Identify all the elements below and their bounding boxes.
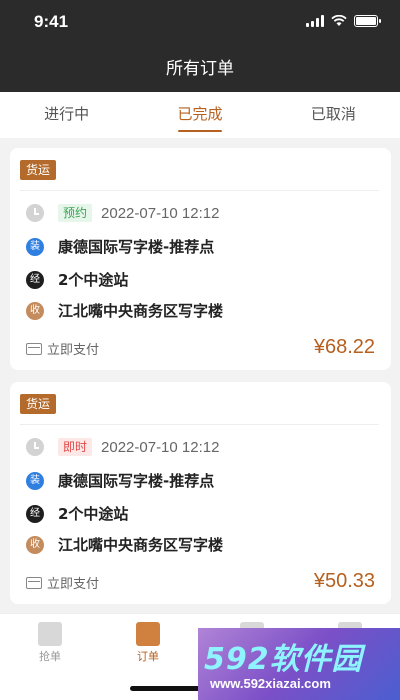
order-time-row: 预约 2022-07-10 12:12	[26, 204, 219, 222]
order-price: ¥50.33	[313, 570, 375, 592]
pickup-address: 康德国际写字楼-推荐点	[58, 472, 215, 490]
pickup-row: 装 康德国际写字楼-推荐点	[26, 236, 214, 257]
payment-card-icon	[26, 342, 42, 355]
tabbar-label: 抢单	[39, 650, 61, 663]
watermark: 592软件园 www.592xiazai.com	[198, 628, 400, 700]
tab-completed[interactable]: 已完成	[133, 92, 266, 138]
pickup-marker-icon: 装	[26, 237, 44, 256]
tab-cancelled[interactable]: 已取消	[267, 92, 400, 138]
waypoint-row: 经 2个中途站	[26, 269, 128, 290]
pay-now-label: 立即支付	[47, 343, 100, 358]
order-time: 2022-07-10 12:12	[101, 438, 220, 456]
tabbar-item-orders[interactable]: 订单	[118, 622, 178, 664]
clock-icon	[26, 204, 44, 222]
waypoint-marker-icon: 经	[26, 504, 44, 523]
tab-in-progress[interactable]: 进行中	[0, 92, 133, 138]
dropoff-address: 江北嘴中央商务区写字楼	[58, 536, 224, 554]
signal-icon	[306, 15, 324, 27]
status-icons	[306, 15, 381, 27]
status-time: 9:41	[34, 12, 69, 31]
nav-bar: 所有订单	[0, 46, 400, 92]
divider	[20, 424, 379, 425]
order-card[interactable]: 货运 预约 2022-07-10 12:12 装 康德国际写字楼-推荐点 经 2…	[10, 148, 391, 370]
payment-card-icon	[26, 576, 42, 589]
pay-now-label: 立即支付	[47, 577, 100, 592]
dropoff-address: 江北嘴中央商务区写字楼	[58, 302, 224, 320]
order-price: ¥68.22	[313, 336, 375, 358]
dropoff-row: 收 江北嘴中央商务区写字楼	[26, 534, 223, 555]
waypoint-row: 经 2个中途站	[26, 503, 128, 524]
watermark-brand: 592软件园	[204, 642, 363, 677]
orders-icon	[136, 622, 160, 646]
pickup-row: 装 康德国际写字楼-推荐点	[26, 470, 214, 491]
clock-icon	[26, 438, 44, 456]
schedule-badge: 预约	[58, 204, 93, 222]
divider	[20, 190, 379, 191]
order-status-tabs: 进行中 已完成 已取消	[0, 92, 400, 138]
order-time: 2022-07-10 12:12	[101, 204, 220, 222]
waypoint-marker-icon: 经	[26, 270, 44, 289]
dropoff-row: 收 江北嘴中央商务区写字楼	[26, 300, 223, 321]
order-type-tag: 货运	[20, 394, 57, 414]
page-title: 所有订单	[166, 59, 234, 79]
watermark-url: www.592xiazai.com	[210, 676, 331, 691]
waypoint-text: 2个中途站	[58, 505, 129, 523]
grab-order-icon	[38, 622, 62, 646]
wifi-icon	[331, 15, 347, 26]
waypoint-text: 2个中途站	[58, 271, 129, 289]
status-bar: 9:41	[0, 0, 400, 46]
tabbar-label: 订单	[137, 650, 159, 663]
pickup-marker-icon: 装	[26, 471, 44, 490]
order-type-tag: 货运	[20, 160, 57, 180]
dropoff-marker-icon: 收	[26, 535, 44, 554]
pay-now-button[interactable]: 立即支付	[26, 573, 99, 592]
pay-now-button[interactable]: 立即支付	[26, 339, 99, 358]
schedule-badge: 即时	[58, 438, 93, 456]
battery-icon	[354, 15, 381, 27]
dropoff-marker-icon: 收	[26, 301, 44, 320]
pickup-address: 康德国际写字楼-推荐点	[58, 238, 215, 256]
order-time-row: 即时 2022-07-10 12:12	[26, 438, 219, 456]
tabbar-item-grab[interactable]: 抢单	[20, 622, 80, 664]
order-card[interactable]: 货运 即时 2022-07-10 12:12 装 康德国际写字楼-推荐点 经 2…	[10, 382, 391, 604]
